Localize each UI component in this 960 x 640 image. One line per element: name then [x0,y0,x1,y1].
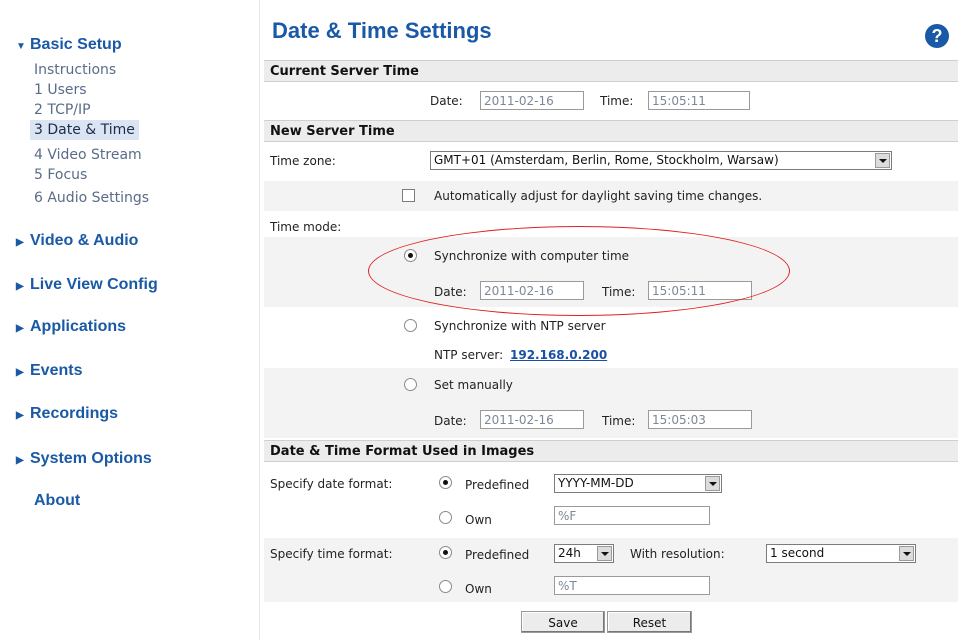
current-time-label: Time: [600,94,634,108]
manual-date-field[interactable]: 2011-02-16 [480,410,584,429]
current-date-label: Date: [430,94,463,108]
date-own-radio[interactable] [439,511,452,524]
manual-time-field[interactable]: 15:05:03 [648,410,752,429]
sync-computer-label: Synchronize with computer time [434,249,630,263]
time-own-field[interactable]: %T [554,576,710,595]
date-predefined-label: Predefined [465,478,530,492]
nav-basic-setup-label: Basic Setup [30,36,122,53]
caret-right-icon: ▶ [16,410,24,421]
new-server-time-header: New Server Time [264,120,958,142]
chevron-down-icon [705,476,720,491]
time-format-select[interactable]: 24h [554,544,614,563]
nav-live-view-config[interactable]: ▶ Live View Config [16,276,158,294]
caret-right-icon: ▶ [16,455,24,466]
nav-about[interactable]: About [34,492,80,510]
time-format-value: 24h [558,546,581,560]
sync-computer-radio[interactable] [404,249,417,262]
ntp-server-link[interactable]: 192.168.0.200 [510,348,607,362]
sync-ntp-label: Synchronize with NTP server [434,319,606,333]
nav-video-stream[interactable]: 4 Video Stream [34,145,142,165]
time-own-label: Own [465,582,492,596]
timezone-value: GMT+01 (Amsterdam, Berlin, Rome, Stockho… [434,153,779,167]
current-date-field[interactable]: 2011-02-16 [480,91,584,110]
computer-time-label: Time: [602,285,636,299]
nav-date-time[interactable]: 3 Date & Time [30,120,139,140]
current-server-time-header: Current Server Time [264,60,958,82]
manual-time-label: Time: [602,414,636,428]
format-header: Date & Time Format Used in Images [264,440,958,462]
nav-video-audio[interactable]: ▶ Video & Audio [16,232,138,250]
dst-checkbox[interactable] [402,189,415,202]
sync-ntp-radio[interactable] [404,319,417,332]
date-format-select[interactable]: YYYY-MM-DD [554,474,722,493]
current-time-field[interactable]: 15:05:11 [648,91,750,110]
set-manually-radio[interactable] [404,378,417,391]
nav-system-options-label: System Options [30,450,152,467]
chevron-down-icon [899,546,914,561]
caret-down-icon: ▼ [16,41,26,52]
caret-right-icon: ▶ [16,237,24,248]
save-button[interactable]: Save [521,611,605,633]
nav-system-options[interactable]: ▶ System Options [16,450,152,468]
resolution-value: 1 second [770,546,825,560]
time-format-label: Specify time format: [270,547,393,561]
computer-date-label: Date: [434,285,467,299]
chevron-down-icon [597,546,612,561]
dst-label: Automatically adjust for daylight saving… [434,189,763,203]
timezone-select[interactable]: GMT+01 (Amsterdam, Berlin, Rome, Stockho… [430,151,892,170]
main-panel: Date & Time Settings ? Current Server Ti… [262,0,960,640]
nav-events-label: Events [30,362,83,379]
sidebar: ▼ Basic Setup Instructions 1 Users 2 TCP/… [0,0,260,640]
nav-basic-setup[interactable]: ▼ Basic Setup [16,36,122,54]
chevron-down-icon [875,153,890,168]
nav-audio-settings[interactable]: 6 Audio Settings [34,188,149,208]
nav-video-audio-label: Video & Audio [30,232,139,249]
caret-right-icon: ▶ [16,281,24,292]
nav-focus[interactable]: 5 Focus [34,165,87,185]
computer-date-field[interactable]: 2011-02-16 [480,281,584,300]
timezone-label: Time zone: [270,154,336,168]
date-predefined-radio[interactable] [439,476,452,489]
nav-applications[interactable]: ▶ Applications [16,318,126,336]
caret-right-icon: ▶ [16,323,24,334]
nav-recordings-label: Recordings [30,405,119,422]
resolution-label: With resolution: [630,547,725,561]
time-mode-label: Time mode: [270,220,342,234]
page-title: Date & Time Settings [272,18,492,43]
nav-tcpip[interactable]: 2 TCP/IP [34,100,91,120]
date-own-label: Own [465,513,492,527]
date-own-field[interactable]: %F [554,506,710,525]
ntp-server-label: NTP server: [434,348,504,362]
nav-recordings[interactable]: ▶ Recordings [16,405,118,423]
nav-events[interactable]: ▶ Events [16,362,82,380]
reset-button[interactable]: Reset [607,611,692,633]
nav-live-view-config-label: Live View Config [30,276,158,293]
resolution-select[interactable]: 1 second [766,544,916,563]
computer-time-field[interactable]: 15:05:11 [648,281,752,300]
time-predefined-label: Predefined [465,548,530,562]
set-manually-label: Set manually [434,378,513,392]
date-format-label: Specify date format: [270,477,393,491]
nav-users[interactable]: 1 Users [34,80,87,100]
time-predefined-radio[interactable] [439,546,452,559]
help-icon[interactable]: ? [925,24,949,48]
time-own-radio[interactable] [439,580,452,593]
date-format-value: YYYY-MM-DD [558,476,634,490]
manual-date-label: Date: [434,414,467,428]
nav-instructions[interactable]: Instructions [34,60,116,80]
caret-right-icon: ▶ [16,367,24,378]
nav-applications-label: Applications [30,318,127,335]
